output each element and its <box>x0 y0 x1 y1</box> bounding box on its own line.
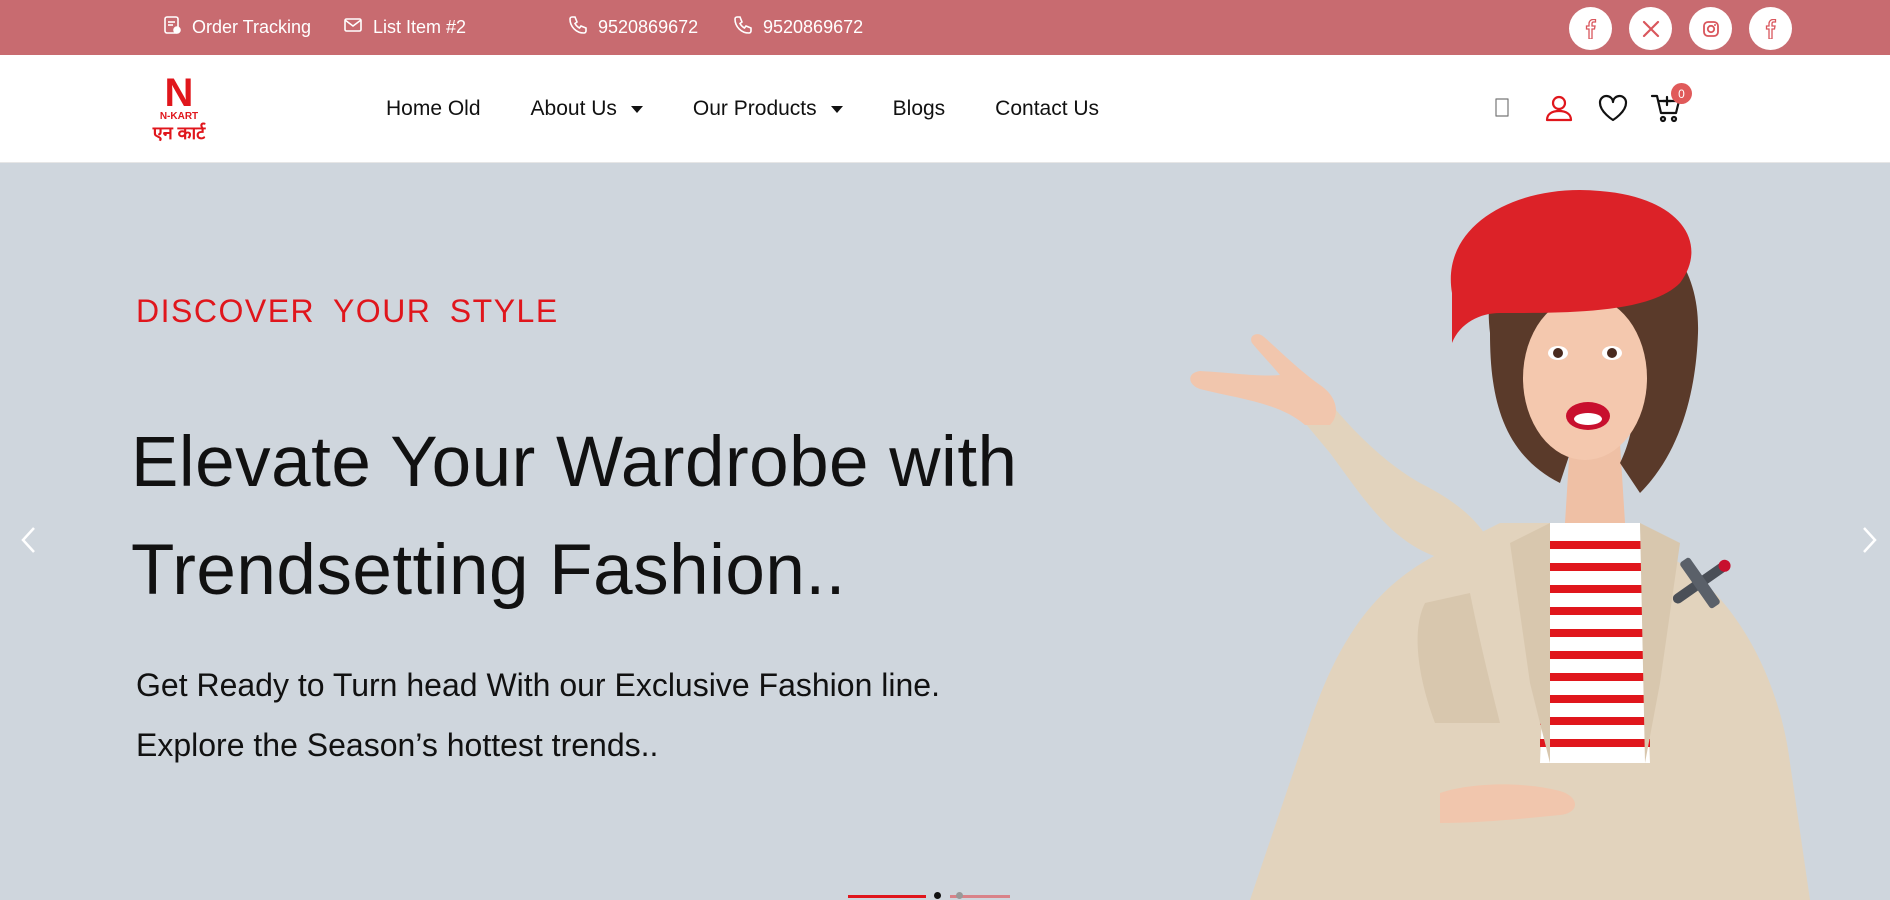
phone-icon <box>733 15 753 40</box>
hero-headline: Elevate Your Wardrobe with Trendsetting … <box>131 409 1131 625</box>
nav-label: Contact Us <box>995 97 1100 120</box>
nav-label: Home Old <box>386 97 481 120</box>
facebook-icon[interactable] <box>1569 7 1612 50</box>
hero-slider: DISCOVER YOUR STYLE Elevate Your Wardrob… <box>0 163 1890 900</box>
user-icon[interactable] <box>1543 92 1575 129</box>
list-item-link[interactable]: List Item #2 <box>343 0 466 55</box>
nav-blogs[interactable]: Blogs <box>893 97 946 121</box>
hero-headline-line-2: Trendsetting Fashion.. <box>131 531 846 610</box>
order-tracking-link[interactable]: Order Tracking <box>162 0 311 55</box>
hero-eyebrow: DISCOVER YOUR STYLE <box>136 293 559 329</box>
caret-down-icon <box>630 105 643 113</box>
x-icon[interactable] <box>1629 7 1672 50</box>
nav-contact-us[interactable]: Contact Us <box>995 97 1099 121</box>
phone-icon <box>568 15 588 40</box>
facebook-icon[interactable] <box>1749 7 1792 50</box>
slider-dot[interactable] <box>956 892 963 899</box>
hero-headline-line-1: Elevate Your Wardrobe with <box>131 423 1018 502</box>
phone-link-1[interactable]: 9520869672 <box>568 0 698 55</box>
slider-next-arrow[interactable] <box>1858 523 1880 562</box>
slider-progress-bar <box>848 895 926 898</box>
logo[interactable]: N N-KART एन कार्ट <box>147 71 211 147</box>
nav-our-products[interactable]: Our Products <box>693 97 843 121</box>
hero-subtext-line-2: Explore the Season’s hottest trends.. <box>136 727 659 763</box>
phone-number-2: 9520869672 <box>763 17 864 37</box>
logo-letter: N <box>164 71 194 115</box>
hero-model-image <box>1190 189 1810 900</box>
list-item-label: List Item #2 <box>373 17 467 37</box>
nav-label: About Us <box>530 97 617 120</box>
heart-icon[interactable] <box>1597 93 1629 128</box>
search-icon[interactable] <box>1494 97 1510 124</box>
slider-pagination <box>848 891 1010 900</box>
nav-label: Our Products <box>692 97 817 120</box>
hero-subtext: Get Ready to Turn head With our Exclusiv… <box>136 655 1096 775</box>
cart-icon[interactable]: 0 <box>1649 83 1692 130</box>
clipboard-check-icon <box>162 15 182 40</box>
phone-link-2[interactable]: 9520869672 <box>733 0 863 55</box>
top-bar: Order Tracking List Item #2 9520869672 9… <box>0 0 1890 55</box>
instagram-icon[interactable] <box>1689 7 1732 50</box>
caret-down-icon <box>830 105 843 113</box>
cart-count-badge: 0 <box>1671 83 1692 104</box>
main-header: N N-KART एन कार्ट Home Old About Us Our … <box>0 55 1890 163</box>
nav-label: Blogs <box>892 97 946 120</box>
slider-prev-arrow[interactable] <box>18 523 40 562</box>
social-links <box>1569 7 1792 50</box>
phone-number-1: 9520869672 <box>598 17 699 37</box>
logo-brand: N-KART <box>159 111 199 122</box>
hero-subtext-line-1: Get Ready to Turn head With our Exclusiv… <box>136 667 940 703</box>
logo-hindi: एन कार्ट <box>152 123 206 143</box>
nav-about-us[interactable]: About Us <box>531 97 643 121</box>
nav-home-old[interactable]: Home Old <box>386 97 481 121</box>
slider-dot-active[interactable] <box>934 892 941 899</box>
main-nav: Home Old About Us Our Products Blogs Con… <box>386 55 1099 163</box>
order-tracking-label: Order Tracking <box>192 17 312 37</box>
mail-icon <box>343 15 363 40</box>
